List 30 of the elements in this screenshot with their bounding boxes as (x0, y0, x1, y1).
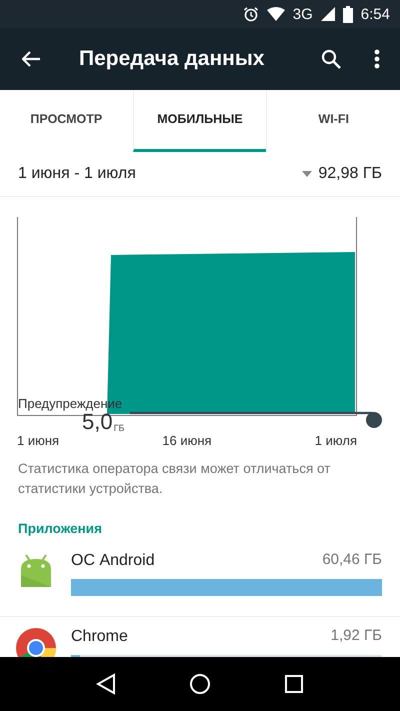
tab[interactable]: WI-FI (266, 90, 400, 152)
battery-icon (342, 6, 353, 22)
tab[interactable]: МОБИЛЬНЫЕ (132, 90, 266, 152)
dropdown-triangle-icon (302, 171, 312, 177)
alarm-icon (242, 6, 259, 22)
billing-period[interactable]: 1 июня - 1 июля (18, 162, 136, 186)
axis-label: 16 июня (162, 432, 212, 450)
axis-label: 1 июня (17, 432, 60, 450)
warning-unit: ГБ (114, 424, 124, 433)
more-options-icon (374, 49, 380, 69)
signal-icon (320, 7, 335, 21)
search-icon (321, 49, 341, 69)
back-nav-button[interactable] (96, 673, 116, 695)
app-usage: 60,46 ГБ (322, 550, 382, 570)
screen-title: Передача данных (79, 46, 266, 72)
recents-button[interactable] (284, 674, 304, 694)
total-usage: 92,98 ГБ (318, 164, 382, 184)
section-header: Приложения (17, 520, 103, 538)
tab[interactable]: ПРОСМОТР (0, 90, 133, 152)
network-type: 3G (292, 6, 313, 22)
app-usage: 1,92 ГБ (330, 626, 382, 646)
app-name: ОС Android (71, 551, 155, 572)
axis-label: 1 июля (314, 432, 357, 450)
app-name: Chrome (71, 627, 128, 648)
home-button[interactable] (188, 673, 211, 695)
warning-value: 5,0 (82, 411, 113, 433)
carrier-note: Статистика оператора связи может отличаться от статистики устройства. (17, 460, 332, 498)
back-arrow-icon (22, 51, 40, 67)
wifi-icon (266, 7, 285, 21)
clock: 6:54 (360, 6, 390, 22)
